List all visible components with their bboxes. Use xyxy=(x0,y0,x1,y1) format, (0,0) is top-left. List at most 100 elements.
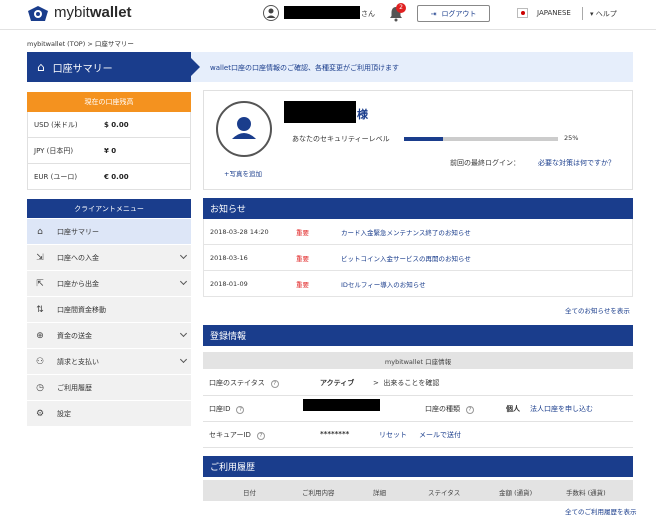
title-message: wallet口座の口座情報のご確認、各種変更がご利用頂けます xyxy=(210,64,399,72)
page-title-text: 口座サマリー xyxy=(52,63,113,75)
news-title-link[interactable]: ビットコイン入金サービスの再開のお知らせ xyxy=(341,253,471,263)
important-badge: 重要 xyxy=(296,280,309,289)
account-id-row: 口座ID? 口座の種類? 個人 法人口座を申し込む xyxy=(203,396,633,422)
important-badge: 重要 xyxy=(296,254,309,263)
chevron-down-icon xyxy=(179,329,188,338)
news-title-link[interactable]: IDセルフィー導入のお知らせ xyxy=(341,279,426,289)
avatar[interactable] xyxy=(216,101,272,157)
column-header: 金額 (通貨) xyxy=(499,489,533,497)
security-level-percent: 25% xyxy=(564,134,579,142)
security-level-label: あなたのセキュリティーレベル xyxy=(292,135,390,143)
help-label: ヘルプ xyxy=(595,10,617,18)
reset-secure-id-link[interactable]: リセット xyxy=(379,430,407,440)
username-redacted xyxy=(284,6,360,19)
account-status-row: 口座のステイタス? アクティブ > 出来ることを確認 xyxy=(203,370,633,396)
registration-subheading: mybitwallet 口座情報 xyxy=(203,352,633,369)
history-heading: ご利用履歴 xyxy=(203,456,633,477)
registration-heading: 登録情報 xyxy=(203,325,633,346)
news-item[interactable]: 2018-03-16 重要 ビットコイン入金サービスの再開のお知らせ xyxy=(203,245,633,271)
security-advice-link[interactable]: 必要な対策は何ですか？ xyxy=(538,158,615,168)
news-item[interactable]: 2018-03-28 14:20 重要 カード入金緊急メンテナンス終了のお知らせ xyxy=(203,219,633,245)
logo-prefix: mybit xyxy=(54,4,90,21)
all-news-link[interactable]: 全てのお知らせを表示 xyxy=(565,305,630,315)
japan-flag-icon[interactable] xyxy=(517,8,528,18)
sidebar-item-label: 口座間資金移動 xyxy=(57,305,106,314)
notification-badge: 2 xyxy=(396,3,406,13)
sidebar-item-send-money[interactable]: ⊕ 資金の送金 xyxy=(27,323,191,349)
sidebar-item-label: 口座への入金 xyxy=(57,253,99,262)
gear-icon: ⚙ xyxy=(35,408,45,419)
transfer-icon: ⇅ xyxy=(36,304,44,315)
sidebar-item-withdraw[interactable]: ⇱ 口座から出金 xyxy=(27,271,191,297)
language-selector[interactable]: JAPANESE xyxy=(537,9,571,17)
logout-button[interactable]: ⇥ ログアウト xyxy=(417,5,490,22)
account-status-label: 口座のステイタス? xyxy=(209,378,279,388)
user-icon[interactable] xyxy=(263,5,279,21)
balance-amount: ¥ 0 xyxy=(104,146,117,155)
sidebar-item-account-summary[interactable]: ⌂ 口座サマリー xyxy=(27,219,191,245)
chevron-down-icon xyxy=(179,251,188,260)
balance-row-jpy: JPY (日本円) ¥ 0 xyxy=(27,138,191,164)
header-divider xyxy=(582,7,583,20)
news-heading: お知らせ xyxy=(203,198,633,219)
withdraw-icon: ⇱ xyxy=(36,278,44,289)
sidebar-item-label: 請求と支払い xyxy=(57,357,99,366)
person-icon xyxy=(232,117,256,139)
balance-amount: $ 0.00 xyxy=(104,120,129,129)
sidebar-item-label: 口座から出金 xyxy=(57,279,99,288)
deposit-icon: ⇲ xyxy=(36,252,44,263)
help-icon[interactable]: ? xyxy=(256,432,265,440)
breadcrumb[interactable]: mybitwallet (TOP) > 口座サマリー xyxy=(27,38,134,48)
sidebar-item-label: 資金の送金 xyxy=(57,331,92,340)
logo-icon[interactable] xyxy=(27,5,49,23)
secure-id-label: セキュアーID? xyxy=(209,430,265,440)
news-date: 2018-01-09 xyxy=(210,279,248,288)
all-history-link[interactable]: 全てのご利用履歴を表示 xyxy=(565,506,637,516)
account-name-redacted xyxy=(284,101,356,123)
balance-amount: € 0.00 xyxy=(104,172,129,181)
name-suffix: 様 xyxy=(357,108,368,121)
send-money-icon: ⊕ xyxy=(36,330,44,341)
chevron-down-icon xyxy=(179,277,188,286)
corporate-account-link[interactable]: 法人口座を申し込む xyxy=(530,404,593,414)
news-date: 2018-03-16 xyxy=(210,253,248,262)
email-secure-id-link[interactable]: メールで送付 xyxy=(419,430,461,440)
help-icon[interactable]: ? xyxy=(466,406,474,414)
page-title: ⌂ 口座サマリー xyxy=(27,52,200,82)
sidebar-item-billing[interactable]: ⚇ 請求と支払い xyxy=(27,349,191,375)
column-header: 手数料 (通貨) xyxy=(566,489,606,497)
bank-icon: ⌂ xyxy=(37,60,45,74)
important-badge: 重要 xyxy=(296,228,309,237)
logo-suffix: wallet xyxy=(89,4,132,21)
help-icon[interactable]: ? xyxy=(236,406,245,414)
sidebar-item-label: 設定 xyxy=(57,409,71,418)
status-capabilities-link[interactable]: > 出来ることを確認 xyxy=(373,378,439,388)
balance-currency: USD (米ドル) xyxy=(34,120,78,129)
chevron-down-icon xyxy=(179,355,188,364)
account-status-label-text: 口座のステイタス xyxy=(209,379,265,387)
add-photo-link[interactable]: +写真を追加 xyxy=(224,168,262,178)
sidebar-item-deposit[interactable]: ⇲ 口座への入金 xyxy=(27,245,191,271)
last-login-label: 前回の最終ログイン： xyxy=(450,159,520,167)
sidebar-item-history[interactable]: ◷ ご利用履歴 xyxy=(27,375,191,401)
balance-row-eur: EUR (ユーロ) € 0.00 xyxy=(27,164,191,190)
help-icon[interactable]: ? xyxy=(270,380,279,388)
column-header: 詳細 xyxy=(373,489,386,497)
balance-currency: JPY (日本円) xyxy=(34,146,74,155)
column-header: ステイタス xyxy=(428,489,461,497)
logo-text[interactable]: mybitwallet xyxy=(54,4,132,21)
help-link[interactable]: ▾ ヘルプ xyxy=(590,9,617,19)
user-suffix: さん xyxy=(361,10,375,18)
status-capabilities-text: 出来ることを確認 xyxy=(383,379,440,387)
history-table-header: 日付 ご利用内容 詳細 ステイタス 金額 (通貨) 手数料 (通貨) xyxy=(203,480,633,501)
client-menu-heading: クライアントメニュー xyxy=(27,199,191,218)
news-title-link[interactable]: カード入金緊急メンテナンス終了のお知らせ xyxy=(341,227,471,237)
account-type-label-text: 口座の種類 xyxy=(425,405,460,413)
history-icon: ◷ xyxy=(36,382,44,393)
sidebar-item-transfer[interactable]: ⇅ 口座間資金移動 xyxy=(27,297,191,323)
balance-heading: 現在の口座残高 xyxy=(27,92,191,112)
column-header: 日付 xyxy=(243,489,256,497)
sidebar-item-settings[interactable]: ⚙ 設定 xyxy=(27,401,191,427)
news-item[interactable]: 2018-01-09 重要 IDセルフィー導入のお知らせ xyxy=(203,271,633,297)
account-type-value: 個人 xyxy=(506,405,520,413)
